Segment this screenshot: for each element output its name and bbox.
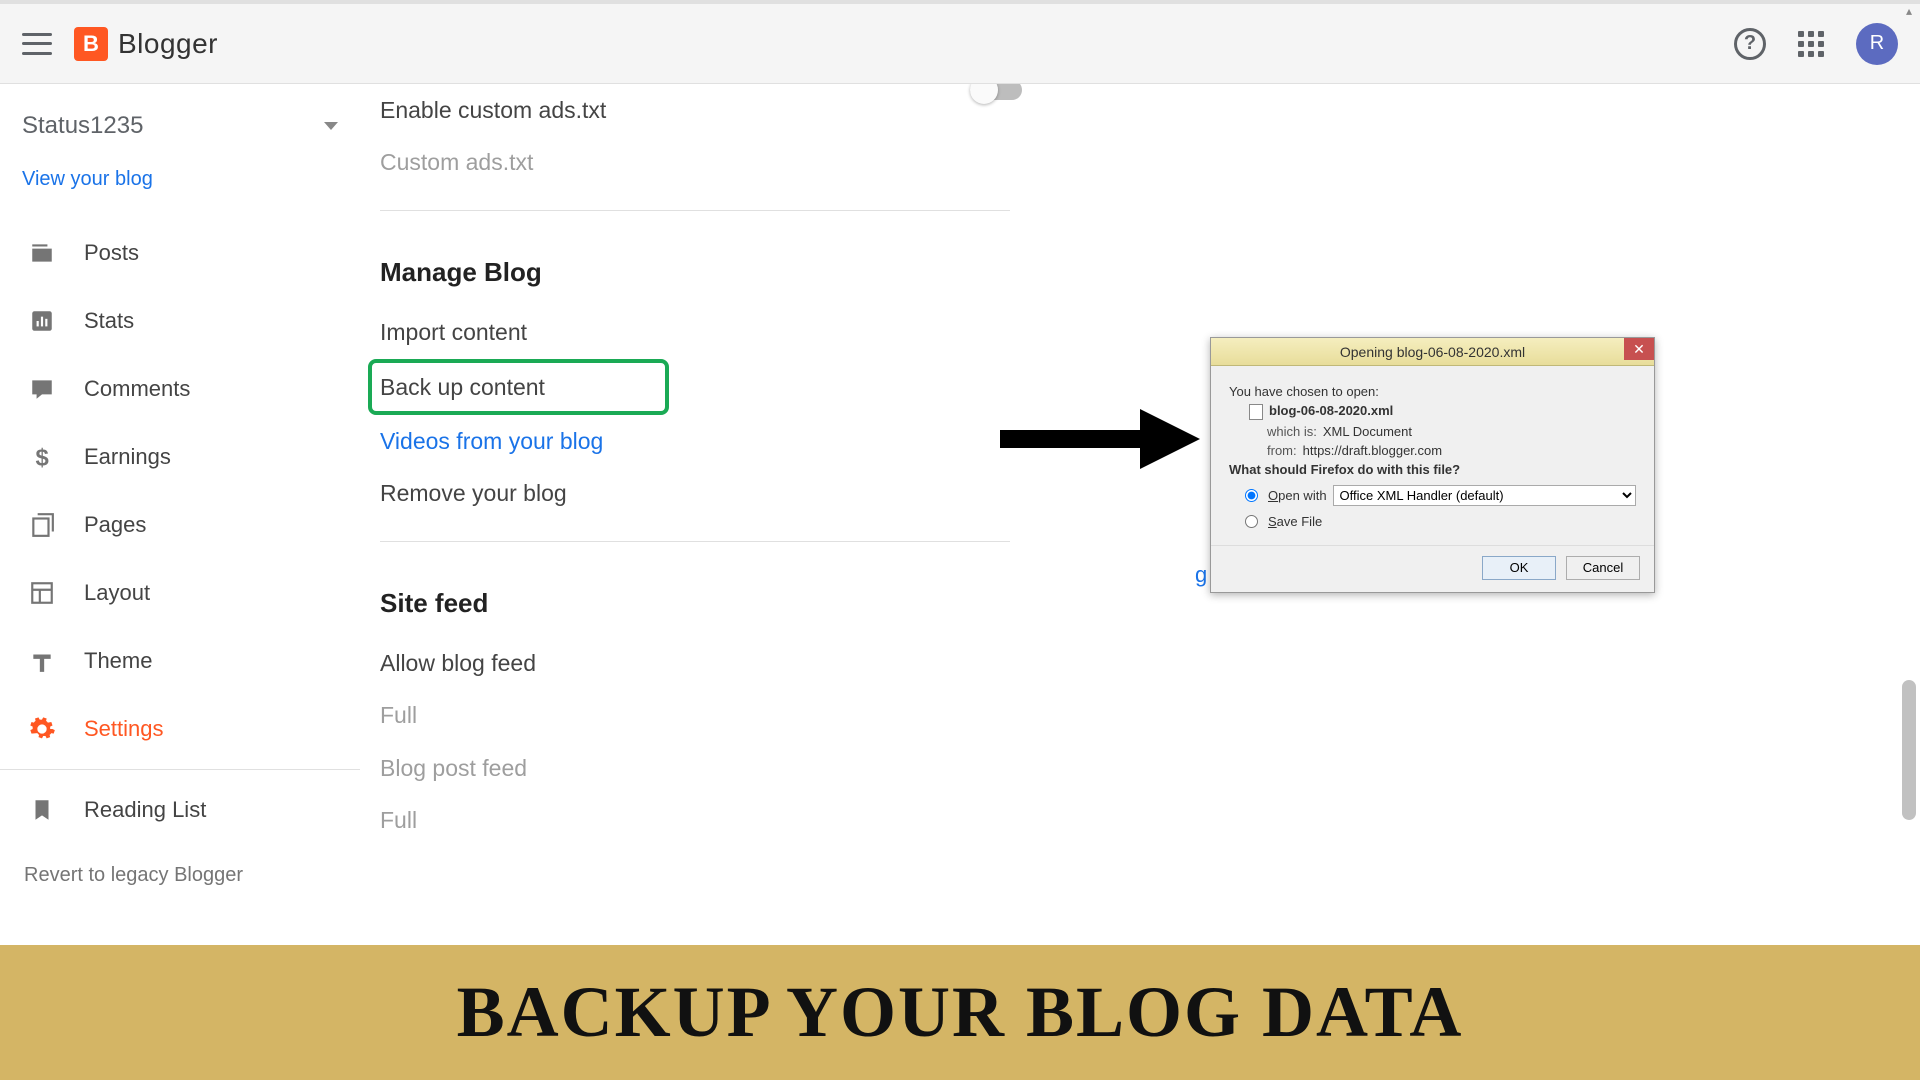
sidebar-item-label: Stats xyxy=(84,308,134,334)
sidebar-item-label: Earnings xyxy=(84,444,171,470)
sidebar: Status1235 View your blog Posts Stats Co… xyxy=(0,84,360,945)
dialog-body: You have chosen to open: blog-06-08-2020… xyxy=(1211,366,1654,545)
dialog-from-row: from:https://draft.blogger.com xyxy=(1267,443,1636,458)
backup-highlight: Back up content xyxy=(368,359,669,415)
post-feed-value: Full xyxy=(380,794,1820,846)
settings-icon xyxy=(28,715,56,743)
sidebar-item-posts[interactable]: Posts xyxy=(0,219,360,287)
open-with-radio-input[interactable] xyxy=(1245,489,1258,502)
partial-text: g xyxy=(1195,562,1207,588)
dialog-which-row: which is:XML Document xyxy=(1267,424,1636,439)
top-left-group: B Blogger xyxy=(22,27,218,61)
dialog-question: What should Firefox do with this file? xyxy=(1229,462,1636,477)
sidebar-item-comments[interactable]: Comments xyxy=(0,355,360,423)
enable-ads-row[interactable]: Enable custom ads.txt xyxy=(380,84,1820,136)
sidebar-item-earnings[interactable]: $ Earnings xyxy=(0,423,360,491)
custom-ads-row: Custom ads.txt xyxy=(380,136,1820,188)
layout-icon xyxy=(28,579,56,607)
top-right-group: ? R xyxy=(1734,23,1898,65)
settings-content: Enable custom ads.txt Custom ads.txt Man… xyxy=(360,84,1920,945)
cancel-button[interactable]: Cancel xyxy=(1566,556,1640,580)
blog-name: Status1235 xyxy=(22,112,143,140)
user-avatar[interactable]: R xyxy=(1856,23,1898,65)
sidebar-item-label: Pages xyxy=(84,512,146,538)
body: Status1235 View your blog Posts Stats Co… xyxy=(0,84,1920,945)
sidebar-item-settings[interactable]: Settings xyxy=(0,695,360,763)
dialog-titlebar[interactable]: Opening blog-06-08-2020.xml ✕ xyxy=(1211,338,1654,366)
open-with-select[interactable]: Office XML Handler (default) xyxy=(1333,485,1636,506)
sidebar-item-label: Posts xyxy=(84,240,139,266)
earnings-icon: $ xyxy=(28,443,56,471)
banner-text: BACKUP YOUR BLOG DATA xyxy=(457,971,1464,1054)
pages-icon xyxy=(28,511,56,539)
sidebar-item-pages[interactable]: Pages xyxy=(0,491,360,559)
backup-content-link[interactable]: Back up content xyxy=(380,371,545,403)
blog-selector[interactable]: Status1235 xyxy=(0,102,360,150)
dialog-buttons: OK Cancel xyxy=(1211,545,1654,592)
banner: BACKUP YOUR BLOG DATA xyxy=(0,945,1920,1080)
view-blog-link[interactable]: View your blog xyxy=(0,150,360,219)
divider xyxy=(380,210,1010,211)
posts-icon xyxy=(28,239,56,267)
svg-text:$: $ xyxy=(36,445,49,470)
sidebar-item-label: Theme xyxy=(84,648,152,674)
sidebar-item-layout[interactable]: Layout xyxy=(0,559,360,627)
apps-grid-icon[interactable] xyxy=(1798,31,1824,57)
allow-feed-value: Full xyxy=(380,689,1820,741)
comments-icon xyxy=(28,375,56,403)
bookmark-icon xyxy=(28,796,56,824)
post-feed-row: Blog post feed xyxy=(380,742,1820,794)
open-with-radio[interactable]: Open with Office XML Handler (default) xyxy=(1245,485,1636,506)
save-file-radio[interactable]: Save File xyxy=(1245,514,1636,529)
ok-button[interactable]: OK xyxy=(1482,556,1556,580)
divider xyxy=(380,541,1010,542)
theme-icon xyxy=(28,647,56,675)
save-file-radio-input[interactable] xyxy=(1245,515,1258,528)
download-dialog: Opening blog-06-08-2020.xml ✕ You have c… xyxy=(1210,337,1655,593)
ads-toggle[interactable] xyxy=(970,84,1022,100)
top-bar: B Blogger ? R xyxy=(0,0,1920,84)
dialog-filename: blog-06-08-2020.xml xyxy=(1249,403,1636,420)
stats-icon xyxy=(28,307,56,335)
dialog-title-text: Opening blog-06-08-2020.xml xyxy=(1340,344,1525,360)
scroll-up-icon[interactable]: ▴ xyxy=(1902,4,1916,18)
allow-feed-row[interactable]: Allow blog feed xyxy=(380,637,1820,689)
menu-icon[interactable] xyxy=(22,33,52,55)
sidebar-item-label: Reading List xyxy=(84,797,206,823)
close-icon[interactable]: ✕ xyxy=(1624,338,1654,360)
scrollbar-thumb[interactable] xyxy=(1902,680,1916,820)
sidebar-item-label: Comments xyxy=(84,376,190,402)
manage-blog-heading: Manage Blog xyxy=(380,233,1820,306)
logo[interactable]: B Blogger xyxy=(74,27,218,61)
revert-link[interactable]: Revert to legacy Blogger xyxy=(0,844,360,907)
dialog-chosen-text: You have chosen to open: xyxy=(1229,384,1636,399)
sidebar-item-theme[interactable]: Theme xyxy=(0,627,360,695)
help-icon[interactable]: ? xyxy=(1734,28,1766,60)
sidebar-item-label: Layout xyxy=(84,580,150,606)
sidebar-item-label: Settings xyxy=(84,716,164,742)
separator xyxy=(0,769,360,770)
blogger-logo-icon: B xyxy=(74,27,108,61)
file-icon xyxy=(1249,404,1263,420)
sidebar-item-reading-list[interactable]: Reading List xyxy=(0,776,360,844)
sidebar-item-stats[interactable]: Stats xyxy=(0,287,360,355)
arrow-right-icon xyxy=(1000,404,1200,474)
brand-text: Blogger xyxy=(118,28,218,60)
chevron-down-icon xyxy=(324,122,338,130)
